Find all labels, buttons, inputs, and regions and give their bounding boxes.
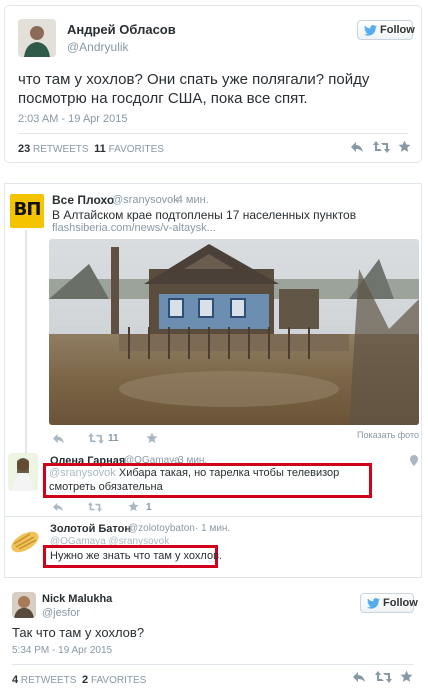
flood-house-image (49, 239, 419, 425)
author-name[interactable]: Золотой Батон (50, 523, 131, 535)
reply-text: @sranysovok Хибара такая, но тарелка что… (49, 466, 369, 494)
favorite-count[interactable]: 2 (82, 674, 88, 686)
author-name[interactable]: Nick Malukha (42, 593, 112, 605)
retweet-icon[interactable] (88, 502, 102, 512)
logo-text: ВП (13, 199, 42, 220)
show-photo-link[interactable]: Показать фото (357, 430, 419, 440)
divider (5, 516, 421, 517)
reply-text: Нужно же знать что там у хохлов. (50, 550, 222, 562)
tweet-time[interactable]: · 4 мин. (170, 194, 209, 206)
tweet-time[interactable]: · 1 мин. (195, 523, 230, 534)
follow-button[interactable]: Follow (360, 593, 418, 613)
avatar[interactable] (12, 592, 36, 618)
reply-icon[interactable] (352, 671, 366, 683)
retweet-count[interactable]: 11 (108, 433, 119, 444)
reply-icon[interactable] (52, 433, 65, 444)
avatar[interactable] (8, 453, 38, 491)
author-name[interactable]: Все Плохо (52, 193, 114, 207)
follow-label: Follow (380, 24, 415, 36)
avatar[interactable] (18, 19, 56, 57)
tweet-timestamp[interactable]: 2:03 AM - 19 Apr 2015 (18, 113, 127, 125)
favorite-count[interactable]: 1 (146, 502, 152, 513)
reply-icon[interactable] (350, 141, 364, 153)
author-handle[interactable]: @jesfor (42, 607, 80, 619)
follow-button[interactable]: Follow (357, 20, 415, 40)
bird-icon (367, 598, 380, 609)
favorite-label[interactable]: FAVORITES (109, 144, 164, 155)
author-handle[interactable]: @Andryulik (67, 40, 129, 54)
tweet-text: Так что там у хохлов? (12, 625, 145, 640)
thread-line (25, 230, 27, 485)
retweet-icon[interactable] (373, 141, 390, 153)
retweet-count[interactable]: 23 (18, 143, 30, 155)
favorite-label[interactable]: FAVORITES (91, 675, 146, 686)
reply-icon[interactable] (52, 502, 64, 512)
location-pin-icon (410, 455, 418, 466)
retweet-icon[interactable] (375, 671, 392, 683)
bird-icon (364, 25, 377, 36)
divider (18, 133, 408, 134)
author-name[interactable]: Андрей Обласов (67, 22, 176, 37)
favorite-star-icon[interactable] (128, 501, 139, 512)
avatar[interactable] (8, 527, 42, 557)
divider (12, 664, 414, 665)
tweet-text: В Алтайском крае подтоплены 17 населенны… (52, 208, 357, 222)
retweet-count[interactable]: 4 (12, 674, 18, 686)
author-handle[interactable]: @zolotoybaton (128, 523, 195, 534)
tweet-stats: 23 RETWEETS 11 FAVORITES (18, 143, 164, 155)
tweet-link[interactable]: flashsiberia.com/news/v-altaysk... (52, 222, 216, 234)
follow-label: Follow (383, 597, 418, 609)
tweet-stats: 4 RETWEETS 2 FAVORITES (12, 674, 146, 686)
favorite-star-icon[interactable] (400, 670, 413, 683)
favorite-count[interactable]: 11 (94, 143, 106, 155)
retweet-icon[interactable] (88, 433, 104, 444)
vp-logo[interactable]: ВП (10, 194, 44, 228)
reply-mention[interactable]: @sranysovok (49, 467, 116, 479)
favorite-star-icon[interactable] (398, 140, 411, 153)
tweet-card-1: Андрей Обласов @Andryulik Follow что там… (4, 5, 422, 163)
tweet-text: что там у хохлов? Они спать уже полягали… (18, 71, 370, 107)
author-handle[interactable]: @sranysovok (112, 194, 179, 206)
tweet-photo[interactable] (49, 239, 419, 425)
tweet-timestamp[interactable]: 5:34 PM - 19 Apr 2015 (12, 645, 112, 656)
retweet-label[interactable]: RETWEETS (33, 144, 89, 155)
retweet-label[interactable]: RETWEETS (21, 675, 77, 686)
tweet-card-3: Nick Malukha @jesfor Follow Так что там … (4, 582, 422, 697)
favorite-star-icon[interactable] (146, 432, 158, 444)
